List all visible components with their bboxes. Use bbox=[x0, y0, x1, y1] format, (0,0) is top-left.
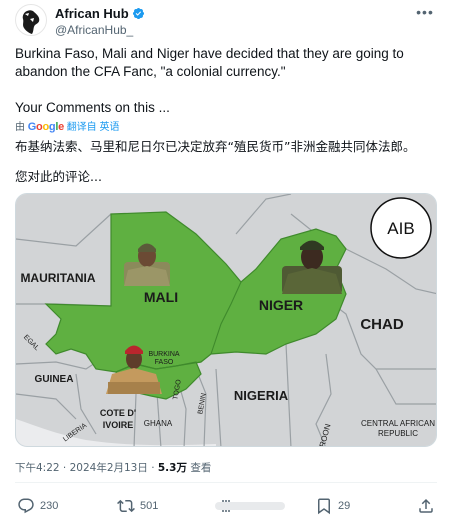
reply-icon bbox=[18, 498, 34, 514]
label-mauritania: MAURITANIA bbox=[20, 271, 95, 285]
translated-line: 布基纳法索、马里和尼日尔已决定放弃“殖民货币”非洲金融共同体法郎。 bbox=[15, 139, 416, 154]
views-label: 查看 bbox=[186, 462, 212, 474]
repost-icon bbox=[117, 499, 135, 513]
map-illustration: MAURITANIA MALI NIGER CHAD BURKINA FASO … bbox=[16, 194, 436, 446]
avatar[interactable] bbox=[15, 4, 47, 36]
tweet-text: Burkina Faso, Mali and Niger have decide… bbox=[15, 45, 435, 117]
reply-button[interactable]: 230 bbox=[17, 494, 58, 518]
repost-count: 501 bbox=[140, 500, 159, 512]
label-cote-1: COTE D' bbox=[100, 408, 136, 418]
action-bar: 230 501 29 bbox=[15, 494, 439, 518]
label-car-2: REPUBLIC bbox=[378, 429, 418, 438]
more-options-icon[interactable]: ••• bbox=[415, 5, 435, 22]
share-icon bbox=[419, 498, 433, 513]
display-name[interactable]: African Hub bbox=[55, 6, 145, 21]
label-burkina: BURKINA bbox=[148, 351, 179, 358]
label-ghana: GHANA bbox=[144, 419, 173, 428]
label-nigeria: NIGERIA bbox=[234, 388, 289, 403]
aib-badge-text: AIB bbox=[387, 219, 414, 238]
views-count: 5.3万 bbox=[157, 462, 187, 474]
tweet-timestamp[interactable]: 下午4:22 · 2024年2月13日 · bbox=[15, 462, 158, 474]
display-name-text[interactable]: African Hub bbox=[55, 6, 129, 21]
label-faso: FASO bbox=[155, 359, 174, 366]
bookmark-button[interactable]: 29 bbox=[315, 494, 350, 518]
bookmark-icon bbox=[318, 498, 330, 515]
label-guinea: GUINEA bbox=[35, 374, 74, 385]
google-logo: Google bbox=[27, 121, 64, 133]
tweet-line: Burkina Faso, Mali and Niger have decide… bbox=[15, 46, 404, 61]
tweet-line: abandon the CFA Fanc, "a colonial curren… bbox=[15, 64, 286, 79]
label-niger: NIGER bbox=[259, 297, 303, 313]
translated-line: 您对此的评论... bbox=[15, 169, 102, 184]
reply-count: 230 bbox=[40, 500, 59, 512]
tweet-comment-line: Your Comments on this ... bbox=[15, 100, 170, 115]
tweet-header: African Hub @AfricanHub_ ••• bbox=[15, 4, 439, 40]
translation-label[interactable]: 翻译自 英语 bbox=[67, 122, 120, 133]
divider bbox=[15, 482, 437, 483]
label-chad: CHAD bbox=[360, 316, 403, 333]
share-button[interactable] bbox=[417, 494, 440, 518]
aib-badge: AIB bbox=[370, 197, 432, 259]
label-mali: MALI bbox=[144, 289, 178, 305]
verified-badge-icon bbox=[132, 7, 144, 20]
tweet-media-map[interactable]: MAURITANIA MALI NIGER CHAD BURKINA FASO … bbox=[15, 193, 437, 447]
label-cote-2: IVOIRE bbox=[103, 420, 134, 430]
translated-text: 布基纳法索、马里和尼日尔已决定放弃“殖民货币”非洲金融共同体法郎。 您对此的评论… bbox=[15, 138, 435, 186]
bookmark-count: 29 bbox=[338, 500, 351, 512]
translation-attribution[interactable]: 由 Google 翻译自 英语 bbox=[15, 120, 119, 134]
repost-button[interactable]: 501 bbox=[117, 494, 158, 518]
translation-prefix: 由 bbox=[15, 122, 25, 133]
blurred-region bbox=[215, 502, 285, 510]
label-car-1: CENTRAL AFRICAN bbox=[361, 419, 435, 428]
tweet-meta: 下午4:22 · 2024年2月13日 · 5.3万 查看 bbox=[15, 460, 211, 475]
author-handle[interactable]: @AfricanHub_ bbox=[55, 23, 133, 37]
